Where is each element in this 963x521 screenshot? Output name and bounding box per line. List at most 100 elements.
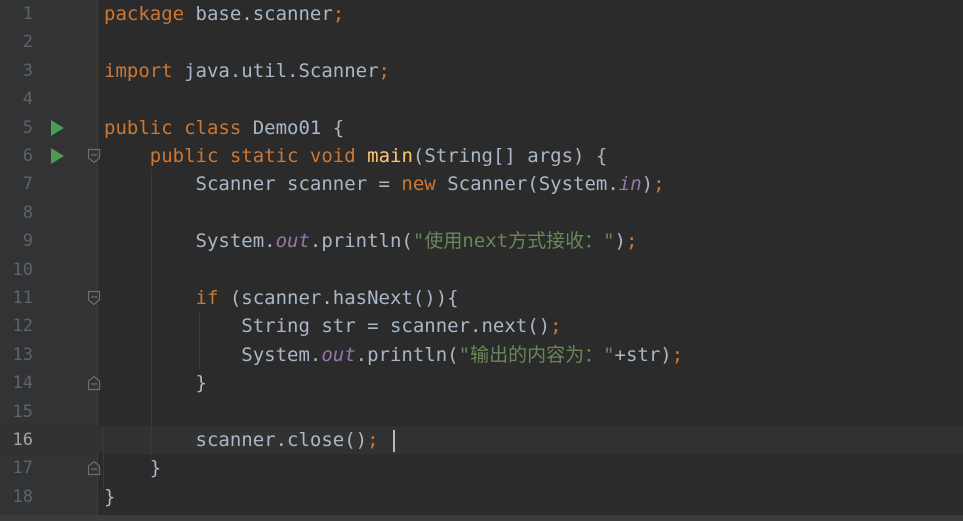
code-token: main — [367, 145, 413, 167]
code-line[interactable]: 2 — [0, 28, 963, 56]
code-token: "输出的内容为：" — [458, 343, 615, 366]
code-token: java.util.Scanner — [172, 59, 379, 82]
horizontal-scrollbar[interactable] — [0, 515, 963, 521]
code-token: ) — [641, 173, 654, 196]
code-line[interactable]: 11 if (scanner.hasNext()){ — [0, 284, 963, 312]
code-token: ; — [332, 3, 345, 25]
code-token: System. — [104, 343, 322, 366]
line-number: 14 — [12, 373, 33, 394]
code-line[interactable]: 7 Scanner scanner = new Scanner(System.i… — [0, 170, 963, 198]
line-number: 8 — [22, 202, 33, 223]
code-token: scanner.close() — [104, 429, 368, 451]
code-text[interactable]: scanner.close(); — [104, 426, 379, 454]
line-number: 18 — [12, 486, 33, 507]
code-token: Demo01 { — [241, 116, 345, 139]
code-token: (String[] args) { — [412, 145, 608, 167]
run-gutter-icon[interactable] — [51, 119, 64, 136]
code-line[interactable]: 14 } — [0, 369, 963, 397]
code-text[interactable]: } — [104, 454, 161, 482]
line-number: 7 — [22, 174, 33, 195]
code-token: +str) — [614, 343, 672, 366]
code-editor[interactable]: 1 package base.scanner; 2 3 import java.util… — [0, 0, 963, 521]
code-line[interactable]: 12 String str = scanner.next(); — [0, 312, 963, 340]
line-number: 17 — [12, 458, 33, 479]
code-line[interactable]: 8 — [0, 199, 963, 227]
code-token: in — [618, 173, 642, 196]
code-text[interactable]: String str = scanner.next(); — [104, 312, 562, 340]
code-text[interactable]: public static void main(String[] args) { — [104, 142, 608, 170]
line-number: 15 — [12, 401, 33, 422]
code-token: if — [195, 287, 219, 309]
code-line[interactable]: 6 public static void main(String[] args)… — [0, 142, 963, 170]
code-text[interactable]: System.out.println("使用next方式接收："); — [104, 227, 638, 255]
code-line[interactable]: 4 — [0, 85, 963, 113]
code-token: new — [401, 173, 436, 196]
line-number: 10 — [12, 259, 33, 280]
line-number: 13 — [12, 344, 33, 365]
line-number: 1 — [22, 4, 33, 24]
code-text[interactable]: package base.scanner; — [104, 0, 344, 28]
fold-end-icon[interactable] — [87, 460, 101, 476]
line-number: 16 — [12, 430, 33, 450]
line-number: 5 — [22, 117, 33, 138]
code-token: out — [275, 230, 310, 253]
fold-expand-icon[interactable] — [87, 148, 101, 164]
code-token: Scanner(System. — [435, 173, 619, 196]
code-line[interactable]: 1 package base.scanner; — [0, 0, 963, 28]
code-line[interactable]: 18} — [0, 483, 963, 511]
code-line[interactable]: 17 } — [0, 454, 963, 482]
code-token: ; — [378, 59, 390, 82]
code-token: import — [104, 59, 173, 82]
code-text[interactable]: } — [104, 483, 115, 511]
code-token: out — [321, 343, 356, 366]
indent-guide-method — [151, 170, 152, 455]
indent-guide-class — [103, 425, 104, 490]
fold-expand-icon[interactable] — [87, 290, 101, 306]
code-line[interactable]: 5 public class Demo01 { — [0, 114, 963, 142]
code-token: .println( — [355, 343, 459, 366]
code-text[interactable]: public class Demo01 { — [104, 114, 344, 142]
code-text[interactable]: if (scanner.hasNext()){ — [104, 284, 459, 312]
code-text[interactable]: System.out.println("输出的内容为："+str); — [104, 341, 683, 369]
code-token: "使用next方式接收：" — [412, 230, 615, 253]
code-line[interactable]: 9 System.out.println("使用next方式接收："); — [0, 227, 963, 255]
code-token: Scanner scanner = — [104, 173, 402, 196]
code-line[interactable]: 15 — [0, 398, 963, 426]
code-token: } — [104, 485, 116, 508]
line-number: 11 — [12, 288, 33, 308]
code-token: } — [104, 372, 207, 395]
run-gutter-icon[interactable] — [51, 148, 64, 164]
code-token: ; — [653, 173, 665, 196]
code-line[interactable]: 13 System.out.println("输出的内容为："+str); — [0, 341, 963, 369]
code-token: String str = scanner.next() — [104, 315, 551, 338]
code-token: (scanner.hasNext()){ — [218, 287, 459, 309]
code-line[interactable]: 10 — [0, 256, 963, 284]
fold-end-icon[interactable] — [87, 375, 101, 391]
code-token: .println( — [309, 230, 413, 253]
line-number: 9 — [22, 231, 33, 252]
code-token: package — [104, 3, 185, 25]
code-line[interactable]: 3 import java.util.Scanner; — [0, 57, 963, 85]
code-token: public class — [104, 116, 242, 139]
code-token: ) — [614, 230, 626, 253]
code-token: ; — [625, 230, 638, 253]
line-number: 4 — [22, 89, 33, 110]
code-token: public static void — [149, 145, 356, 167]
code-token: base.scanner — [184, 3, 333, 25]
code-text[interactable]: import java.util.Scanner; — [104, 57, 390, 85]
line-number: 2 — [22, 32, 33, 53]
code-token: ; — [671, 343, 684, 366]
line-number: 6 — [22, 146, 33, 166]
indent-guide-if — [199, 312, 200, 369]
code-text[interactable]: Scanner scanner = new Scanner(System.in)… — [104, 170, 665, 198]
code-text[interactable]: } — [104, 369, 207, 397]
text-caret — [393, 430, 395, 452]
code-line[interactable]: 16 scanner.close(); — [0, 426, 963, 454]
code-token: ; — [367, 429, 379, 451]
code-token: ; — [550, 315, 562, 338]
line-number: 12 — [12, 316, 33, 337]
code-token: } — [104, 457, 162, 480]
